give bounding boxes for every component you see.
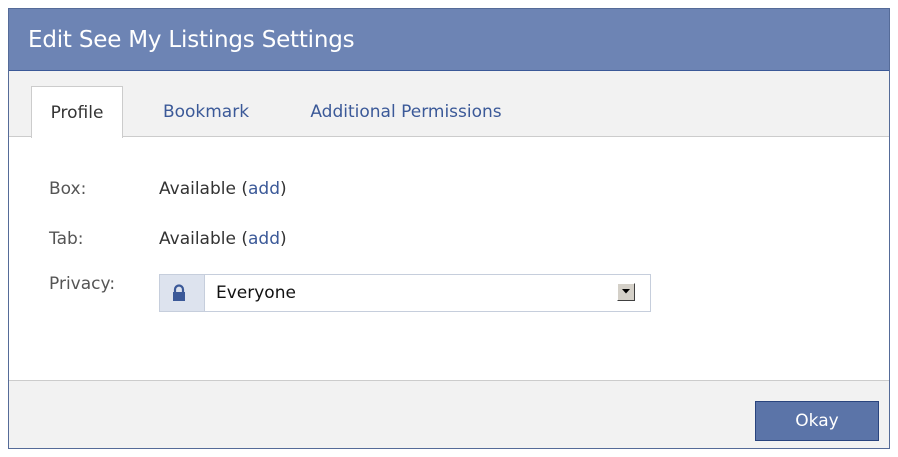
tab-status-suffix: ): [279, 229, 287, 249]
box-label: Box:: [49, 179, 87, 199]
profile-panel: Box: Available (add) Tab: Available (add…: [9, 137, 889, 380]
tab-additional-permissions[interactable]: Additional Permissions: [291, 86, 521, 137]
box-status-suffix: ): [279, 179, 287, 199]
tab-profile[interactable]: Profile: [31, 86, 123, 138]
box-add-link[interactable]: add: [248, 179, 280, 199]
tab-label: Tab:: [49, 229, 84, 249]
dialog-footer: Okay: [9, 380, 889, 448]
tab-add-link[interactable]: add: [248, 229, 280, 249]
privacy-selected-value: Everyone: [216, 283, 296, 303]
settings-dialog: Edit See My Listings Settings Profile Bo…: [8, 8, 890, 449]
tab-bookmark[interactable]: Bookmark: [150, 86, 262, 137]
dialog-title: Edit See My Listings Settings: [28, 26, 355, 53]
dropdown-arrow-icon[interactable]: [617, 283, 635, 301]
privacy-dropdown[interactable]: Everyone: [204, 275, 650, 311]
privacy-selector: Everyone: [159, 274, 651, 312]
tab-bar: Profile Bookmark Additional Permissions: [9, 71, 889, 138]
box-status: Available (add): [159, 179, 287, 199]
box-status-text: Available (: [159, 179, 248, 199]
tab-status-text: Available (: [159, 229, 248, 249]
privacy-label: Privacy:: [49, 274, 116, 294]
lock-icon: [170, 284, 188, 302]
okay-button[interactable]: Okay: [755, 401, 879, 441]
tab-status: Available (add): [159, 229, 287, 249]
dialog-titlebar: Edit See My Listings Settings: [9, 9, 889, 71]
